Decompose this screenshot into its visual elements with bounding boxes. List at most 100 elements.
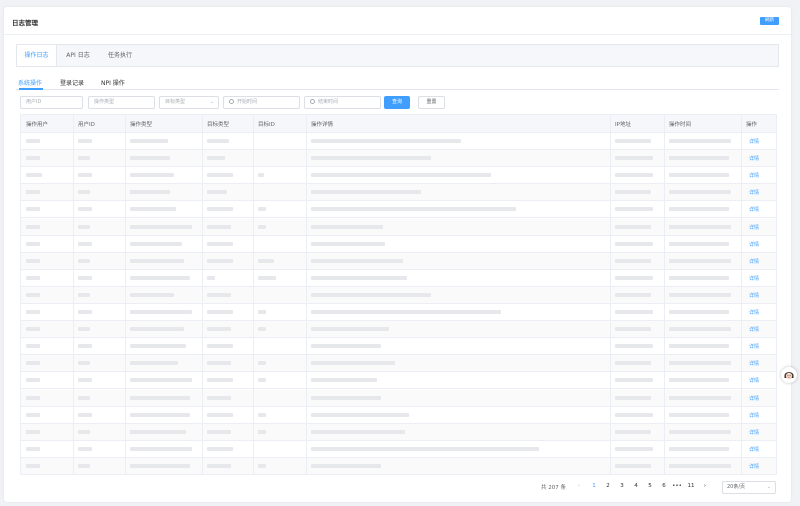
row-detail-link[interactable]: 详情 xyxy=(749,360,759,367)
table-row: 详情 xyxy=(21,167,776,185)
redacted-cell xyxy=(207,292,231,297)
column-divider xyxy=(73,115,74,474)
redacted-cell xyxy=(207,139,229,143)
redacted-cell xyxy=(615,327,651,332)
tab-api-log[interactable]: API 日志 xyxy=(57,45,99,66)
redacted-cell xyxy=(311,139,461,143)
card-header: 日志管理 刷新 xyxy=(4,7,791,35)
chevron-down-icon: ⌄ xyxy=(766,484,771,490)
redacted-cell xyxy=(78,344,92,349)
redacted-cell xyxy=(615,190,651,195)
redacted-cell xyxy=(130,190,170,195)
row-detail-link[interactable]: 详情 xyxy=(749,412,759,419)
target-type-select[interactable]: 目标类型 ⌄ xyxy=(159,96,219,109)
refresh-button[interactable]: 刷新 xyxy=(760,17,779,25)
row-detail-link[interactable]: 详情 xyxy=(749,275,759,282)
row-detail-link[interactable]: 详情 xyxy=(749,429,759,436)
row-detail-link[interactable]: 详情 xyxy=(749,309,759,316)
column-divider xyxy=(125,115,126,474)
reset-button[interactable]: 重置 xyxy=(418,96,445,109)
assistant-avatar[interactable] xyxy=(781,367,797,383)
row-detail-link[interactable]: 详情 xyxy=(749,463,759,470)
table-row: 详情 xyxy=(21,286,776,304)
redacted-cell xyxy=(26,344,40,349)
redacted-cell xyxy=(26,173,42,178)
row-detail-link[interactable]: 详情 xyxy=(749,224,759,231)
row-detail-link[interactable]: 详情 xyxy=(749,172,759,179)
redacted-cell xyxy=(78,310,92,314)
row-detail-link[interactable]: 详情 xyxy=(749,138,759,145)
redacted-cell xyxy=(130,224,192,229)
log-management-card: 日志管理 刷新 操作日志 API 日志 任务执行 系统操作 登录记录 NPI 操… xyxy=(4,7,791,502)
chevron-down-icon: ⌄ xyxy=(209,99,214,105)
row-detail-link[interactable]: 详情 xyxy=(749,326,759,333)
pagination-next-icon[interactable]: › xyxy=(700,483,710,489)
redacted-cell xyxy=(26,361,40,366)
redacted-cell xyxy=(669,156,729,161)
redacted-cell xyxy=(78,446,92,451)
subtab-login-records[interactable]: 登录记录 xyxy=(60,78,84,87)
column-header-target-id: 目标ID xyxy=(258,122,275,128)
redacted-cell xyxy=(207,327,231,332)
subtab-system-operation[interactable]: 系统操作 xyxy=(18,78,42,87)
pagination-page-5[interactable]: 5 xyxy=(645,483,655,489)
redacted-cell xyxy=(78,139,92,143)
pagination-page-2[interactable]: 2 xyxy=(603,483,613,489)
user-id-input[interactable]: 用户ID xyxy=(20,96,83,109)
table-row: 详情 xyxy=(21,389,776,407)
row-detail-link[interactable]: 详情 xyxy=(749,206,759,213)
redacted-cell xyxy=(78,361,90,366)
redacted-cell xyxy=(130,241,182,246)
row-detail-link[interactable]: 详情 xyxy=(749,155,759,162)
start-time-picker[interactable]: 开始时间 xyxy=(223,96,300,109)
redacted-cell xyxy=(26,275,40,280)
pagination-ellipsis[interactable]: ••• xyxy=(672,483,682,489)
pagination-page-6[interactable]: 6 xyxy=(659,483,669,489)
redacted-cell xyxy=(258,361,266,366)
subtab-npi-operation[interactable]: NPI 操作 xyxy=(101,78,125,87)
page-size-select[interactable]: 20条/页 ⌄ xyxy=(722,481,776,494)
row-detail-link[interactable]: 详情 xyxy=(749,343,759,350)
redacted-cell xyxy=(78,463,90,468)
pagination-prev-icon[interactable]: ‹ xyxy=(574,483,584,489)
redacted-cell xyxy=(669,327,731,332)
pagination-page-11[interactable]: 11 xyxy=(686,483,696,489)
end-time-picker[interactable]: 结束时间 xyxy=(304,96,381,109)
pagination-page-4[interactable]: 4 xyxy=(631,483,641,489)
pagination-page-1[interactable]: 1 xyxy=(589,483,599,489)
row-detail-link[interactable]: 详情 xyxy=(749,377,759,384)
redacted-cell xyxy=(258,429,266,434)
row-detail-link[interactable]: 详情 xyxy=(749,241,759,248)
pagination-page-3[interactable]: 3 xyxy=(617,483,627,489)
redacted-cell xyxy=(615,446,653,451)
redacted-cell xyxy=(78,258,90,263)
redacted-cell xyxy=(207,275,215,280)
active-tab-indicator xyxy=(19,88,43,90)
redacted-cell xyxy=(26,412,40,417)
tab-task-execution[interactable]: 任务执行 xyxy=(99,45,141,66)
row-detail-link[interactable]: 详情 xyxy=(749,292,759,299)
redacted-cell xyxy=(26,156,40,161)
redacted-cell xyxy=(78,395,90,400)
column-header-operation-time: 操作时间 xyxy=(669,122,692,128)
operation-type-input[interactable]: 操作类型 xyxy=(88,96,155,109)
row-detail-link[interactable]: 详情 xyxy=(749,446,759,453)
redacted-cell xyxy=(26,190,40,195)
redacted-cell xyxy=(615,429,651,434)
tab-operation-log[interactable]: 操作日志 xyxy=(17,45,57,66)
row-detail-link[interactable]: 详情 xyxy=(749,189,759,196)
redacted-cell xyxy=(130,258,184,263)
redacted-cell xyxy=(669,446,729,451)
table-row: 详情 xyxy=(21,457,776,475)
redacted-cell xyxy=(615,378,653,383)
row-detail-link[interactable]: 详情 xyxy=(749,258,759,265)
redacted-cell xyxy=(258,224,266,229)
redacted-cell xyxy=(669,395,731,400)
redacted-cell xyxy=(311,446,539,451)
row-detail-link[interactable]: 详情 xyxy=(749,395,759,402)
table-row: 详情 xyxy=(21,423,776,441)
query-button[interactable]: 查询 xyxy=(384,96,410,109)
redacted-cell xyxy=(78,156,90,161)
redacted-cell xyxy=(669,429,731,434)
redacted-cell xyxy=(615,395,651,400)
